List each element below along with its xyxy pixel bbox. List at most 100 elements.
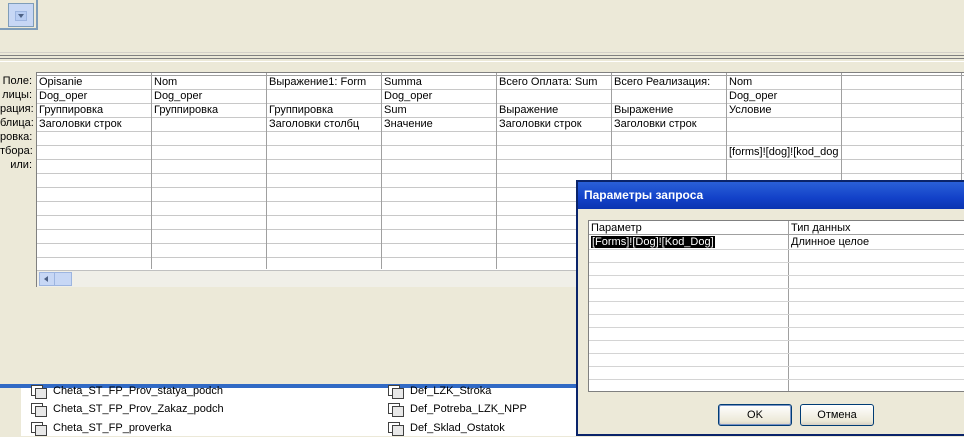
grid-cell[interactable]	[842, 104, 961, 118]
grid-cell[interactable]: Выражение	[612, 104, 726, 118]
grid-cell[interactable]	[152, 244, 266, 258]
grid-cell[interactable]	[497, 132, 611, 146]
scroll-thumb[interactable]	[54, 272, 72, 286]
grid-cell[interactable]	[267, 230, 381, 244]
grid-cell[interactable]	[152, 202, 266, 216]
grid-cell[interactable]: Группировка	[267, 104, 381, 118]
grid-cell[interactable]: Sum	[382, 104, 496, 118]
grid-cell[interactable]: Opisanie	[37, 76, 151, 90]
grid-cell[interactable]	[37, 202, 151, 216]
grid-cell[interactable]: Dog_oper	[382, 90, 496, 104]
column-header-type[interactable]: Тип данных	[789, 221, 964, 235]
grid-cell[interactable]	[727, 132, 841, 146]
grid-cell[interactable]	[152, 146, 266, 160]
grid-cell[interactable]: Dog_oper	[152, 90, 266, 104]
grid-cell[interactable]	[612, 146, 726, 160]
grid-cell[interactable]	[497, 90, 611, 104]
grid-cell[interactable]	[842, 146, 961, 160]
grid-cell[interactable]	[152, 118, 266, 132]
grid-cell[interactable]: Заголовки строк	[497, 118, 611, 132]
list-item[interactable]: Cheta_ST_FP_Prov_statya_podch	[31, 382, 223, 400]
dropdown-button[interactable]	[8, 3, 34, 27]
grid-cell[interactable]: Всего Оплата: Sum	[497, 76, 611, 90]
grid-column[interactable]: Выражение1: Form Группировка Заголовки сто…	[267, 73, 382, 269]
pane-splitter[interactable]	[0, 52, 964, 63]
grid-cell[interactable]	[612, 132, 726, 146]
grid-cell[interactable]	[842, 132, 961, 146]
grid-cell[interactable]	[267, 90, 381, 104]
grid-cell[interactable]	[382, 160, 496, 174]
grid-cell[interactable]	[152, 216, 266, 230]
grid-column[interactable]: Opisanie Dog_oper Группировка Заголовки стр…	[37, 73, 152, 269]
grid-cell[interactable]	[267, 174, 381, 188]
grid-cell[interactable]: Nom	[152, 76, 266, 90]
list-item[interactable]: Cheta_ST_FP_proverka	[31, 419, 172, 437]
grid-cell[interactable]	[382, 188, 496, 202]
grid-cell[interactable]	[152, 188, 266, 202]
grid-cell[interactable]	[267, 146, 381, 160]
grid-cell[interactable]	[842, 160, 961, 174]
ok-button[interactable]: OK	[718, 404, 792, 426]
grid-cell[interactable]	[612, 90, 726, 104]
grid-cell[interactable]	[727, 160, 841, 174]
cancel-button[interactable]: Отмена	[800, 404, 874, 426]
list-item[interactable]: Def_LZK_Stroka	[388, 382, 491, 400]
grid-cell[interactable]	[37, 188, 151, 202]
grid-cell[interactable]	[727, 118, 841, 132]
grid-cell[interactable]: Заголовки строк	[37, 118, 151, 132]
grid-cell[interactable]	[267, 160, 381, 174]
list-item[interactable]: Def_Sklad_Ostatok	[388, 419, 505, 437]
grid-cell[interactable]	[37, 230, 151, 244]
grid-cell[interactable]: Summa	[382, 76, 496, 90]
grid-cell[interactable]: Dog_oper	[727, 90, 841, 104]
grid-cell[interactable]	[37, 146, 151, 160]
grid-cell[interactable]	[382, 132, 496, 146]
grid-cell[interactable]	[37, 160, 151, 174]
list-item[interactable]: Cheta_ST_FP_Prov_Zakaz_podch	[31, 400, 224, 418]
grid-cell[interactable]: Выражение	[497, 104, 611, 118]
grid-cell[interactable]: Выражение1: Form	[267, 76, 381, 90]
grid-cell[interactable]: Заголовки строк	[612, 118, 726, 132]
grid-cell[interactable]	[267, 132, 381, 146]
list-item[interactable]: Def_Potreba_LZK_NPP	[388, 400, 527, 418]
grid-cell[interactable]	[267, 244, 381, 258]
grid-cell[interactable]	[382, 216, 496, 230]
grid-cell[interactable]	[37, 216, 151, 230]
grid-cell[interactable]	[267, 202, 381, 216]
grid-column[interactable]: Summa Dog_oper Sum Значение	[382, 73, 497, 269]
grid-cell[interactable]	[152, 132, 266, 146]
dialog-title[interactable]: Параметры запроса	[578, 182, 964, 209]
table-row[interactable]: [Forms]![Dog]![Kod_Dog]	[589, 236, 789, 249]
grid-cell[interactable]	[497, 146, 611, 160]
type-cell[interactable]: Длинное целое	[789, 236, 964, 249]
grid-cell[interactable]	[382, 244, 496, 258]
grid-cell[interactable]: [forms]![dog]![kod_dog	[727, 146, 841, 160]
grid-cell[interactable]	[267, 216, 381, 230]
grid-cell[interactable]	[152, 160, 266, 174]
grid-cell[interactable]	[382, 146, 496, 160]
grid-cell[interactable]	[382, 230, 496, 244]
grid-cell[interactable]	[612, 160, 726, 174]
grid-cell[interactable]: Значение	[382, 118, 496, 132]
grid-cell[interactable]: Dog_oper	[37, 90, 151, 104]
grid-cell[interactable]	[37, 244, 151, 258]
scroll-left-icon[interactable]	[39, 272, 55, 286]
grid-column[interactable]: Nom Dog_oper Группировка	[152, 73, 267, 269]
grid-cell[interactable]: Группировка	[37, 104, 151, 118]
grid-cell[interactable]	[842, 90, 961, 104]
grid-cell[interactable]	[842, 118, 961, 132]
grid-cell[interactable]	[267, 188, 381, 202]
grid-cell[interactable]: Всего Реализация:	[612, 76, 726, 90]
parameter-cell[interactable]: [Forms]![Dog]![Kod_Dog]	[591, 236, 715, 248]
grid-cell[interactable]	[37, 174, 151, 188]
grid-cell[interactable]: Nom	[727, 76, 841, 90]
grid-cell[interactable]	[382, 202, 496, 216]
grid-cell[interactable]	[497, 160, 611, 174]
grid-cell[interactable]	[382, 174, 496, 188]
column-header-parameter[interactable]: Параметр	[589, 221, 789, 235]
grid-cell[interactable]: Группировка	[152, 104, 266, 118]
grid-cell[interactable]	[152, 230, 266, 244]
grid-cell[interactable]: Условие	[727, 104, 841, 118]
grid-cell[interactable]	[37, 132, 151, 146]
grid-cell[interactable]: Заголовки столбц	[267, 118, 381, 132]
